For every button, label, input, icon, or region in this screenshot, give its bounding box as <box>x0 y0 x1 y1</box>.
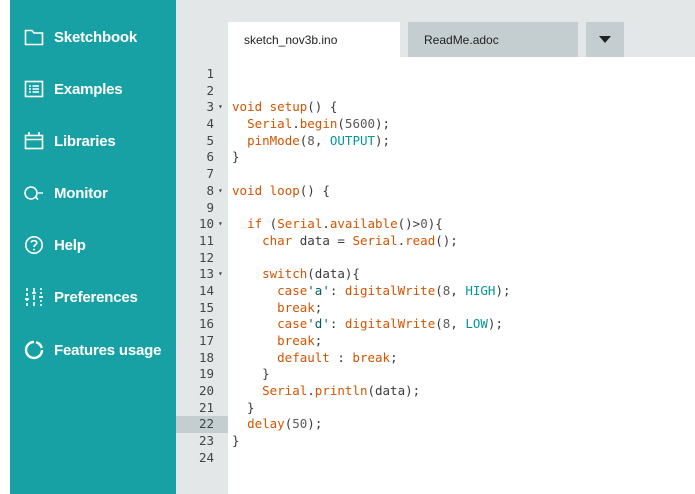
line-number: 9 <box>206 199 214 215</box>
sidebar-item-help[interactable]: Help <box>10 225 176 265</box>
folder-icon <box>23 26 45 48</box>
tab-label: sketch_nov3b.ino <box>244 32 338 47</box>
line-number: 11 <box>198 232 214 248</box>
code-line[interactable]: 22 delay(50); <box>176 416 695 434</box>
code-line[interactable]: 6} <box>176 149 695 166</box>
code-line[interactable]: 3 ▾ void setup() { <box>176 99 695 116</box>
code-line[interactable]: 14 case'a': digitalWrite(8, HIGH); <box>176 283 695 300</box>
code-text: Serial.begin(5600); <box>247 116 391 132</box>
sidebar-item-sketchbook[interactable]: Sketchbook <box>10 17 176 57</box>
line-number: 16 <box>198 316 214 332</box>
code-text: delay(50); <box>247 416 323 432</box>
line-number: 12 <box>198 249 214 265</box>
fold-toggle-icon[interactable]: ▾ <box>218 99 228 116</box>
fold-toggle-icon[interactable]: ▾ <box>218 216 228 233</box>
tab-readme[interactable]: ReadMe.adoc <box>408 22 578 57</box>
code-text: break; <box>277 299 323 315</box>
line-number: 6 <box>206 149 214 165</box>
code-line[interactable]: 11 char data = Serial.read(); <box>176 233 695 250</box>
line-number: 21 <box>198 399 214 415</box>
line-number: 5 <box>206 132 214 148</box>
tabs-dropdown-button[interactable] <box>586 22 624 57</box>
code-line[interactable]: 9 <box>176 200 695 217</box>
monitor-icon <box>23 182 45 204</box>
code-line[interactable]: 5 pinMode(8, OUTPUT); <box>176 133 695 150</box>
code-text: break; <box>277 333 323 348</box>
code-line[interactable]: 2 <box>176 83 695 100</box>
line-number: 7 <box>206 166 214 182</box>
code-line[interactable]: 8 ▾ void loop() { <box>176 183 695 200</box>
code-text: Serial.println(data); <box>262 383 421 399</box>
line-number: 19 <box>198 366 214 382</box>
sidebar-item-label: Preferences <box>54 288 138 306</box>
line-number: 20 <box>198 383 214 399</box>
fold-toggle-icon[interactable]: ▾ <box>218 183 228 200</box>
code-line[interactable]: 21 } <box>176 400 695 417</box>
tab-label: ReadMe.adoc <box>424 32 499 47</box>
code-lines: 1 2 3 ▾ void setup() {4 Serial.begin(5600); 5… <box>176 66 695 467</box>
fold-toggle-icon[interactable]: ▾ <box>218 266 228 283</box>
line-number: 4 <box>206 116 214 132</box>
pie-icon <box>23 339 45 361</box>
line-number: 22 <box>176 416 228 434</box>
sidebar-item-examples[interactable]: Examples <box>10 69 176 109</box>
line-number: 1 <box>206 66 214 81</box>
code-text: if (Serial.available()>0){ <box>247 216 443 232</box>
code-line[interactable]: 1 <box>176 66 695 83</box>
code-line[interactable]: 18 default : break; <box>176 350 695 367</box>
library-icon <box>23 130 45 152</box>
code-line[interactable]: 23} <box>176 433 695 450</box>
code-line[interactable]: 12 <box>176 250 695 267</box>
code-text: switch(data){ <box>262 266 360 282</box>
line-number: 14 <box>198 282 214 298</box>
code-text: void setup() { <box>232 99 338 115</box>
code-line[interactable]: 4 Serial.begin(5600); <box>176 116 695 133</box>
code-line[interactable]: 15 break; <box>176 300 695 317</box>
code-text: pinMode(8, OUTPUT); <box>247 132 391 148</box>
code-text: } <box>232 149 240 165</box>
code-text: default : break; <box>277 349 398 365</box>
line-number: 23 <box>198 433 214 449</box>
sidebar-item-label: Libraries <box>54 132 116 150</box>
sliders-icon <box>23 286 45 308</box>
code-text: } <box>232 366 270 382</box>
sidebar-item-monitor[interactable]: Monitor <box>10 173 176 213</box>
code-text: } <box>232 433 240 449</box>
code-text: case'd': digitalWrite(8, LOW); <box>277 316 503 332</box>
sidebar-item-libraries[interactable]: Libraries <box>10 121 176 161</box>
line-number: 15 <box>198 299 214 315</box>
code-line[interactable]: 20 Serial.println(data); <box>176 383 695 400</box>
line-number: 2 <box>206 82 214 98</box>
sidebar-item-label: Examples <box>54 80 123 98</box>
sidebar: Sketchbook Examples Libraries Monitor He… <box>10 0 176 494</box>
sidebar-item-preferences[interactable]: Preferences <box>10 277 176 317</box>
sidebar-item-label: Sketchbook <box>54 28 138 46</box>
code-line[interactable]: 24 <box>176 450 695 467</box>
sidebar-item-label: Help <box>54 236 86 254</box>
tab-sketch-file[interactable]: sketch_nov3b.ino <box>228 22 400 57</box>
help-icon <box>23 234 45 256</box>
code-line[interactable]: 13 ▾ switch(data){ <box>176 266 695 283</box>
code-text: char data = Serial.read(); <box>262 232 458 248</box>
code-line[interactable]: 17 break; <box>176 333 695 350</box>
code-text: case'a': digitalWrite(8, HIGH); <box>277 282 511 298</box>
code-line[interactable]: 19 } <box>176 366 695 383</box>
list-icon <box>23 78 45 100</box>
line-number: 18 <box>198 349 214 365</box>
line-number: 24 <box>198 449 214 465</box>
code-line[interactable]: 16 case'd': digitalWrite(8, LOW); <box>176 316 695 333</box>
caret-down-icon <box>599 33 611 47</box>
sidebar-item-features-usage[interactable]: Features usage <box>10 330 176 370</box>
line-number: 17 <box>198 333 214 348</box>
sidebar-item-label: Monitor <box>54 184 108 202</box>
code-text: } <box>232 399 255 415</box>
code-text: void loop() { <box>232 182 330 198</box>
code-line[interactable]: 10 ▾ if (Serial.available()>0){ <box>176 216 695 233</box>
code-line[interactable]: 7 <box>176 166 695 183</box>
sidebar-item-label: Features usage <box>54 341 162 359</box>
